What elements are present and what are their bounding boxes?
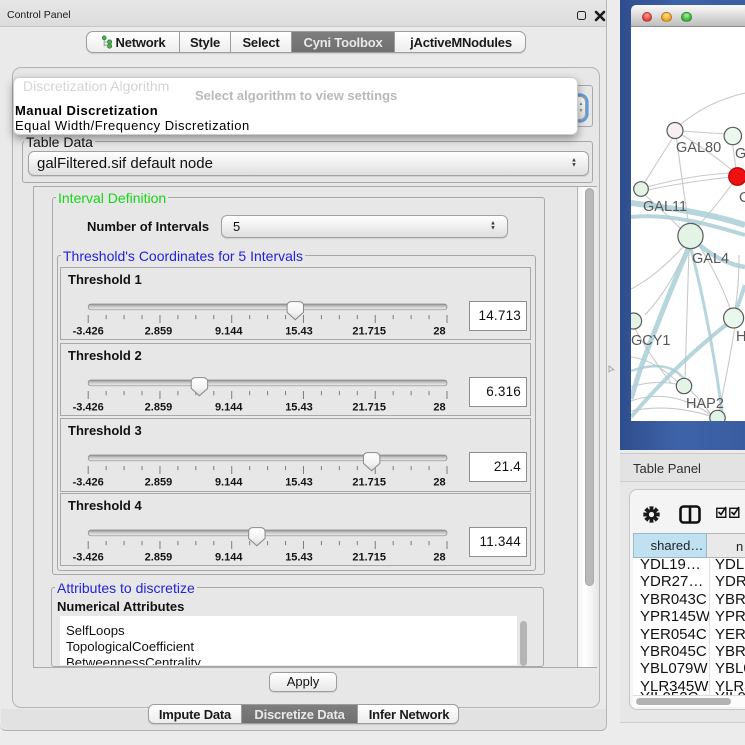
svg-text:28: 28 <box>433 325 445 337</box>
svg-text:-3.426: -3.426 <box>73 477 104 489</box>
svg-text:GCY1: GCY1 <box>631 333 671 349</box>
svg-text:15.43: 15.43 <box>285 477 313 489</box>
svg-text:21.715: 21.715 <box>352 325 386 337</box>
svg-text:21.715: 21.715 <box>352 401 386 413</box>
svg-text:21.715: 21.715 <box>352 551 386 563</box>
svg-text:-3.426: -3.426 <box>73 551 104 563</box>
svg-text:2.859: 2.859 <box>145 325 173 337</box>
svg-text:21.715: 21.715 <box>352 477 386 489</box>
svg-text:15.43: 15.43 <box>285 325 313 337</box>
svg-text:28: 28 <box>433 477 445 489</box>
svg-text:GA: GA <box>735 146 745 162</box>
svg-text:9.144: 9.144 <box>215 477 243 489</box>
svg-text:H: H <box>736 329 745 345</box>
svg-text:9.144: 9.144 <box>215 551 243 563</box>
svg-text:GAL11: GAL11 <box>643 199 687 215</box>
svg-text:15.43: 15.43 <box>285 551 313 563</box>
svg-text:-3.426: -3.426 <box>73 401 104 413</box>
svg-text:C: C <box>739 190 745 206</box>
svg-text:2.859: 2.859 <box>145 401 173 413</box>
svg-text:HAP2: HAP2 <box>686 396 724 412</box>
svg-text:GAL4: GAL4 <box>692 251 729 267</box>
svg-text:2.859: 2.859 <box>145 477 173 489</box>
svg-text:9.144: 9.144 <box>215 325 243 337</box>
svg-text:9.144: 9.144 <box>215 401 243 413</box>
svg-text:28: 28 <box>433 401 445 413</box>
svg-text:28: 28 <box>433 551 445 563</box>
svg-text:2.859: 2.859 <box>145 551 173 563</box>
svg-text:-3.426: -3.426 <box>73 325 104 337</box>
svg-text:GAL80: GAL80 <box>676 140 721 156</box>
svg-text:15.43: 15.43 <box>285 401 313 413</box>
